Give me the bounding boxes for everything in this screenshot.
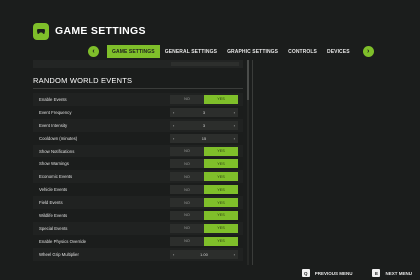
- setting-row[interactable]: Event Intensity ‹ 3 ›: [33, 118, 243, 132]
- toggle-option-yes[interactable]: YES: [204, 172, 238, 182]
- setting-row[interactable]: Show Warnings NO YES: [33, 157, 243, 170]
- chevron-right-icon[interactable]: ›: [234, 110, 235, 115]
- chevron-left-icon[interactable]: ‹: [173, 123, 174, 128]
- setting-label: Show Warnings: [39, 161, 69, 167]
- setting-row[interactable]: Show Notifications NO YES: [33, 144, 243, 158]
- toggle-option-yes[interactable]: YES: [204, 146, 238, 156]
- yes-no-toggle[interactable]: NO YES: [170, 185, 238, 195]
- setting-row[interactable]: Vehicle Events NO YES: [33, 183, 243, 196]
- tab-prev-button[interactable]: ‹: [88, 46, 99, 57]
- settings-panel: RANDOM WORLD EVENTS Enable Events NO YES Ev…: [33, 60, 253, 262]
- selector-value: 3: [202, 122, 206, 128]
- tab-controls[interactable]: CONTROLS: [283, 45, 322, 58]
- setting-row[interactable]: Field Events NO YES: [33, 196, 243, 210]
- toggle-option-yes[interactable]: YES: [204, 94, 238, 104]
- partial-setting-row: [33, 60, 243, 68]
- toggle-option-no[interactable]: NO: [170, 172, 204, 182]
- controller-icon: [33, 22, 49, 40]
- selector-value: 3: [202, 109, 206, 115]
- yes-no-toggle[interactable]: NO YES: [170, 210, 238, 220]
- value-selector[interactable]: ‹ 1.00 ›: [170, 249, 238, 259]
- setting-row[interactable]: Enable Physics Override NO YES: [33, 235, 243, 248]
- value-selector[interactable]: ‹ 3 ›: [170, 107, 238, 117]
- selector-value: 15: [201, 135, 207, 141]
- next-key-icon[interactable]: E: [372, 269, 381, 277]
- tab-graphic-settings[interactable]: GRAPHIC SETTINGS: [222, 45, 283, 58]
- setting-label: Cooldown (minutes): [39, 135, 78, 141]
- setting-row[interactable]: Enable Events NO YES: [33, 93, 243, 106]
- yes-no-toggle[interactable]: NO YES: [170, 159, 238, 169]
- section-divider: [33, 88, 243, 89]
- toggle-option-yes[interactable]: YES: [204, 159, 238, 169]
- tab-next-button[interactable]: ›: [362, 46, 374, 57]
- panel-divider: [252, 60, 253, 265]
- toggle-option-no[interactable]: NO: [170, 146, 204, 156]
- section-title: RANDOM WORLD EVENTS: [33, 76, 133, 85]
- chevron-right-icon[interactable]: ›: [234, 252, 235, 257]
- toggle-option-yes[interactable]: YES: [204, 185, 238, 195]
- setting-label: Field Events: [39, 200, 63, 206]
- chevron-right-icon[interactable]: ›: [234, 136, 235, 141]
- toggle-option-no[interactable]: NO: [170, 185, 204, 195]
- setting-row[interactable]: Special Events NO YES: [33, 221, 243, 235]
- tab-game-settings[interactable]: GAME SETTINGS: [107, 45, 160, 58]
- toggle-option-yes[interactable]: YES: [204, 236, 238, 246]
- setting-label: Enable Events: [39, 96, 67, 102]
- toggle-option-no[interactable]: NO: [170, 210, 204, 220]
- yes-no-toggle[interactable]: NO YES: [170, 172, 238, 182]
- toggle-option-no[interactable]: NO: [170, 94, 204, 104]
- setting-label: Event Frequency: [39, 109, 72, 115]
- footer-nav: Q PREVIOUS MENU E NEXT MENU: [301, 269, 412, 277]
- chevron-left-icon[interactable]: ‹: [173, 110, 174, 115]
- toggle-option-no[interactable]: NO: [170, 223, 204, 233]
- next-menu-label[interactable]: NEXT MENU: [385, 271, 412, 276]
- setting-label: Event Intensity: [39, 122, 68, 128]
- previous-menu-label[interactable]: PREVIOUS MENU: [315, 271, 353, 276]
- yes-no-toggle[interactable]: NO YES: [170, 94, 238, 104]
- previous-key-icon[interactable]: Q: [301, 269, 310, 277]
- toggle-option-yes[interactable]: YES: [204, 198, 238, 208]
- chevron-left-icon[interactable]: ‹: [173, 136, 174, 141]
- chevron-right-icon[interactable]: ›: [234, 123, 235, 128]
- toggle-option-no[interactable]: NO: [170, 159, 204, 169]
- setting-row[interactable]: Economic Events NO YES: [33, 170, 243, 184]
- setting-row[interactable]: Wheel Grip Multiplier ‹ 1.00 ›: [33, 247, 243, 261]
- header: GAME SETTINGS: [33, 20, 146, 42]
- chevron-left-icon[interactable]: ‹: [173, 252, 174, 257]
- toggle-option-no[interactable]: NO: [170, 198, 204, 208]
- value-selector[interactable]: ‹ 3 ›: [170, 120, 238, 130]
- selector-value: 1.00: [200, 251, 208, 257]
- yes-no-toggle[interactable]: NO YES: [170, 236, 238, 246]
- yes-no-toggle[interactable]: NO YES: [170, 223, 238, 233]
- setting-label: Show Notifications: [39, 148, 75, 154]
- setting-label: Enable Physics Override: [39, 238, 87, 244]
- yes-no-toggle[interactable]: NO YES: [170, 146, 238, 156]
- setting-row[interactable]: Event Frequency ‹ 3 ›: [33, 106, 243, 119]
- setting-label: Wheel Grip Multiplier: [39, 251, 79, 257]
- setting-label: Wildlife Events: [39, 212, 68, 218]
- setting-row[interactable]: Cooldown (minutes) ‹ 15 ›: [33, 132, 243, 145]
- settings-list: Enable Events NO YES Event Frequency ‹ 3 › Even…: [33, 93, 243, 261]
- page-title: GAME SETTINGS: [55, 25, 146, 37]
- tab-bar: ‹ GAME SETTINGS GENERAL SETTINGS GRAPHIC…: [88, 45, 374, 58]
- toggle-option-no[interactable]: NO: [170, 236, 204, 246]
- tab-devices[interactable]: DEVICES: [322, 45, 355, 58]
- value-selector[interactable]: ‹ 15 ›: [170, 133, 238, 143]
- scrollbar-thumb[interactable]: [247, 60, 249, 100]
- toggle-option-yes[interactable]: YES: [204, 210, 238, 220]
- tab-general-settings[interactable]: GENERAL SETTINGS: [160, 45, 222, 58]
- toggle-option-yes[interactable]: YES: [204, 223, 238, 233]
- yes-no-toggle[interactable]: NO YES: [170, 198, 238, 208]
- setting-label: Vehicle Events: [39, 187, 68, 193]
- setting-label: Economic Events: [39, 174, 73, 180]
- setting-row[interactable]: Wildlife Events NO YES: [33, 209, 243, 222]
- setting-label: Special Events: [39, 225, 68, 231]
